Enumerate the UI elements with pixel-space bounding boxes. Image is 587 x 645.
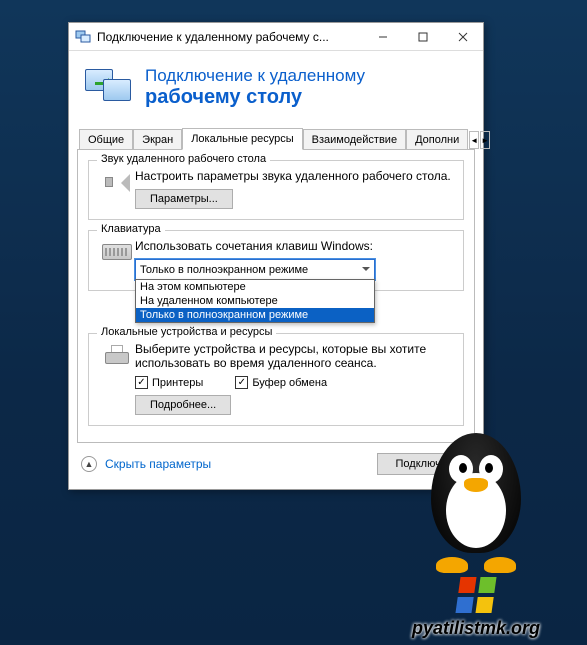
titlebar[interactable]: Подключение к удаленному рабочему с... <box>69 23 483 51</box>
group-local-devices: Локальные устройства и ресурсы Выберите … <box>88 333 464 426</box>
clipboard-label: Буфер обмена <box>252 377 327 389</box>
group-remote-audio: Звук удаленного рабочего стола Настроить… <box>88 160 464 220</box>
checkmark-icon: ✓ <box>235 376 248 389</box>
watermark: pyatilistmk.org <box>371 423 581 639</box>
rdc-logo-icon <box>83 65 135 109</box>
group-legend-keyboard: Клавиатура <box>97 223 165 235</box>
speaker-icon <box>99 169 135 209</box>
group-legend-audio: Звук удаленного рабочего стола <box>97 153 270 165</box>
local-desc: Выберите устройства и ресурсы, которые в… <box>135 342 453 370</box>
group-keyboard: Клавиатура Использовать сочетания клавиш… <box>88 230 464 291</box>
tab-local-resources[interactable]: Локальные ресурсы <box>182 128 302 150</box>
keyboard-desc: Использовать сочетания клавиш Windows: <box>135 239 453 253</box>
keyboard-combo-dropdown: На этом компьютере На удаленном компьюте… <box>135 279 375 323</box>
watermark-text: pyatilistmk.org <box>371 618 581 639</box>
keyboard-combo-selected[interactable]: Только в полноэкранном режиме <box>135 259 375 280</box>
dialog-header: Подключение к удаленному рабочему столу <box>69 51 483 127</box>
keyboard-option-2[interactable]: Только в полноэкранном режиме <box>136 308 374 322</box>
minimize-button[interactable] <box>363 23 403 51</box>
group-legend-local: Локальные устройства и ресурсы <box>97 326 276 338</box>
printers-checkbox[interactable]: ✓ Принтеры <box>135 376 203 389</box>
keyboard-option-1[interactable]: На удаленном компьютере <box>136 294 374 308</box>
tab-general[interactable]: Общие <box>79 129 133 150</box>
printer-icon <box>99 342 135 415</box>
tab-experience[interactable]: Взаимодействие <box>303 129 406 150</box>
keyboard-option-0[interactable]: На этом компьютере <box>136 280 374 294</box>
hide-options-link[interactable]: Скрыть параметры <box>105 457 211 471</box>
audio-settings-button[interactable]: Параметры... <box>135 189 233 209</box>
checkmark-icon: ✓ <box>135 376 148 389</box>
more-devices-button[interactable]: Подробнее... <box>135 395 231 415</box>
header-line2: рабочему столу <box>145 86 365 109</box>
clipboard-checkbox[interactable]: ✓ Буфер обмена <box>235 376 327 389</box>
tab-scroll-right[interactable]: ► <box>480 131 490 149</box>
rdc-dialog: Подключение к удаленному рабочему с... П… <box>68 22 484 490</box>
tabstrip: Общие Экран Локальные ресурсы Взаимодейс… <box>77 127 475 149</box>
keyboard-icon <box>99 239 135 280</box>
close-button[interactable] <box>443 23 483 51</box>
tab-display[interactable]: Экран <box>133 129 182 150</box>
tux-icon <box>401 423 551 573</box>
printers-label: Принтеры <box>152 377 203 389</box>
keyboard-combo[interactable]: Только в полноэкранном режиме На этом ко… <box>135 259 375 280</box>
windows-logo-icon <box>455 577 496 613</box>
header-line1: Подключение к удаленному <box>145 66 365 86</box>
audio-desc: Настроить параметры звука удаленного раб… <box>135 169 453 183</box>
tab-scroll-left[interactable]: ◄ <box>469 131 479 149</box>
tab-panel-local-resources: Звук удаленного рабочего стола Настроить… <box>77 149 475 443</box>
maximize-button[interactable] <box>403 23 443 51</box>
app-icon <box>75 29 91 45</box>
window-title: Подключение к удаленному рабочему с... <box>97 30 363 44</box>
tab-advanced[interactable]: Дополни <box>406 129 468 150</box>
chevron-up-icon[interactable]: ▲ <box>81 456 97 472</box>
